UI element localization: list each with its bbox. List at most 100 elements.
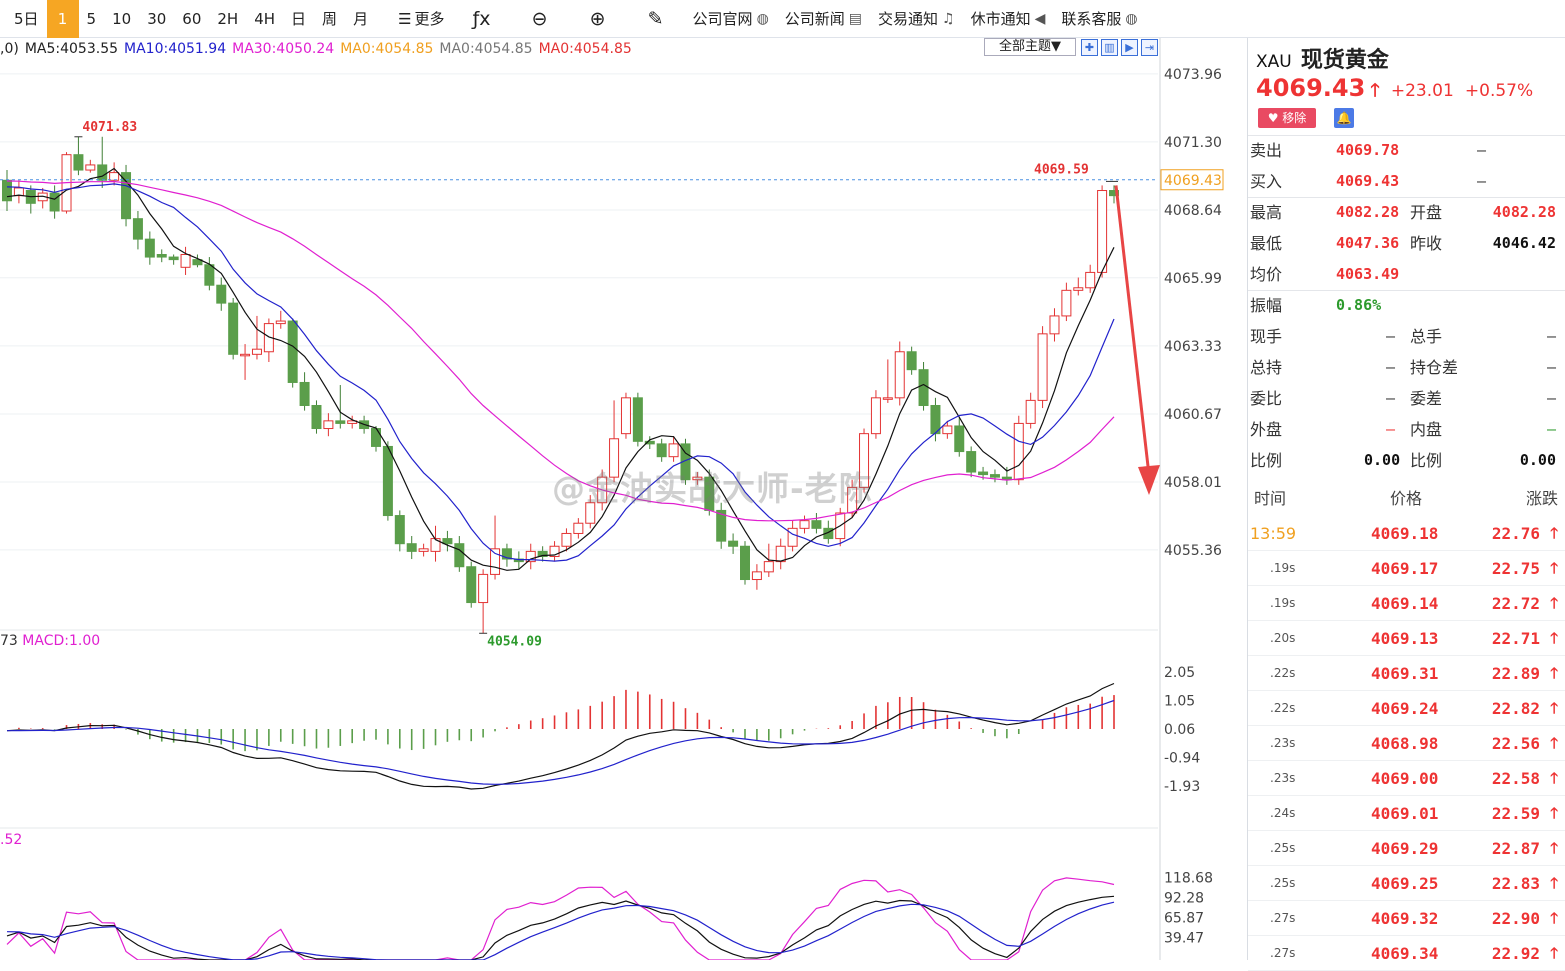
expand-icon[interactable]: ⇥ [1141,39,1158,56]
tick-row: .27s 4069.34 22.92 🡑 [1248,936,1565,971]
price-change-pct: +0.57% [1464,81,1534,101]
period-4[interactable]: 30 [139,0,174,38]
tick-row: .20s 4069.13 22.71 🡑 [1248,621,1565,656]
quote-value: 4082.28 [1336,203,1400,221]
quote-value-2: — [1546,358,1556,376]
macd-tick-label: 2.05 [1164,665,1195,681]
tick-row: .22s 4069.24 22.82 🡑 [1248,691,1565,726]
quote-row: 买入 4069.43 — [1248,166,1565,197]
period-3[interactable]: 10 [104,0,139,38]
period-10[interactable]: 月 [345,0,376,38]
kdj-tick-label: 65.87 [1164,911,1204,927]
kdj-tick-label: 92.28 [1164,890,1204,906]
period-9[interactable]: 周 [314,0,345,38]
link-2[interactable]: 交易通知 ♫ [870,0,963,38]
layout-grid-icon[interactable]: ✚ [1081,39,1098,56]
ma-legend-item: MA0:4054.85 [538,41,632,57]
period-6[interactable]: 2H [209,0,246,38]
ma5-line [6,167,1115,571]
tick-time: .19s [1270,561,1296,575]
period-0[interactable]: 5日 [0,0,47,38]
candle-body [632,397,643,442]
quote-value-2: 0.00 [1519,451,1556,469]
candles [2,136,1119,634]
link-1[interactable]: 公司新闻 ▤ [777,0,870,38]
candle-body [466,566,477,604]
macd-tick-label: -1.93 [1164,779,1200,795]
candle-body [168,256,179,261]
layout-split-icon[interactable]: ▥ [1101,39,1118,56]
theme-selector[interactable]: 全部主题▼ [984,38,1076,56]
tick-header-price: 价格 [1390,489,1423,508]
tick-change: 22.92 [1491,944,1540,963]
fx-icon[interactable]: ƒx [453,0,511,38]
link-0[interactable]: 公司官网 ◍ [685,0,777,38]
candle-body [97,164,108,181]
quote-value-2: — [1476,172,1486,190]
tick-row: .19s 4069.17 22.75 🡑 [1248,551,1565,586]
more-button[interactable]: ☰ 更多 [390,0,452,38]
kdj-tick-label: 118.68 [1164,870,1213,886]
zoom-out-icon[interactable]: ⊖ [511,0,569,38]
kdj-j-line [6,877,1115,960]
quote-value: — [1386,389,1396,407]
quote-value: 4063.49 [1336,265,1400,283]
quote-value-2: 4082.28 [1492,203,1556,221]
tick-time: .22s [1270,666,1296,680]
candle-body [966,451,977,473]
quote-label: 卖出 [1250,141,1283,160]
zoom-in-icon[interactable]: ⊕ [569,0,627,38]
y-tick-label: 4071.30 [1164,135,1222,151]
quote-label: 现手 [1250,327,1283,346]
quote-row: 外盘 — 内盘 — [1248,414,1565,445]
quote-row: 委比 — 委差 — [1248,383,1565,414]
quote-label-2: 内盘 [1410,420,1443,439]
tick-time: .27s [1270,911,1296,925]
tick-change: 22.82 [1491,699,1540,718]
candle-body [882,397,893,400]
ma-legend-item: MA0:4054.85 [340,41,434,57]
quote-label: 均价 [1250,265,1283,284]
up-arrow-icon: 🡑 [1550,594,1558,612]
y-tick-label: 4063.33 [1164,339,1222,355]
candle-body [454,543,465,568]
candle-body [775,545,786,563]
globe-icon: ◍ [756,10,769,27]
macd-tick-label: -0.94 [1164,751,1200,767]
period-7[interactable]: 4H [246,0,283,38]
candle-body [989,474,1000,478]
play-icon[interactable]: ▶ [1121,39,1138,56]
period-8[interactable]: 日 [283,0,314,38]
period-2[interactable]: 5 [79,0,105,38]
remove-favorite-button[interactable]: ♥ 移除 [1258,108,1316,128]
period-toolbar: 5日 1 5 10 30 60 2H 4H 日周月 ☰ 更多 ƒx ⊖ ⊕ ✎ 公司官网 ◍ 公司新闻 ▤ 交易通知 ♫… [0,0,1565,38]
y-tick-label: 4055.36 [1164,543,1222,559]
candle-body [144,238,155,258]
candle-body [906,351,917,371]
tick-change: 22.90 [1491,909,1540,928]
tick-header-change: 涨跌 [1525,489,1558,508]
tick-price: 4068.98 [1371,734,1439,753]
quote-value: 4047.36 [1336,234,1400,252]
quote-value: 4069.78 [1336,141,1400,159]
link-4[interactable]: 联系客服 ◍ [1053,0,1145,38]
draw-pen-icon[interactable]: ✎ [627,0,685,38]
candle-body [478,573,489,604]
tick-price: 4069.18 [1371,524,1439,543]
quote-value: — [1386,327,1396,345]
ma-legend-item: MA5:4053.55 [24,41,119,57]
speaker-icon: ◀ [1034,10,1046,27]
tick-change: 22.72 [1491,594,1540,613]
last-price: 4069.43 [1256,74,1366,102]
candle-body [287,320,298,383]
quote-row: 振幅 0.86% [1248,290,1565,321]
kdj-k-line [6,895,1115,960]
macd-legend: 73 MACD:1.00 [0,633,101,649]
period-5[interactable]: 60 [174,0,209,38]
link-3[interactable]: 休市通知 ◀ [963,0,1054,38]
quote-row: 卖出 4069.78 — [1248,135,1565,166]
y-tick-label: 4073.96 [1164,67,1222,83]
symbol-code: XAU [1256,52,1292,72]
period-1[interactable]: 1 [46,0,79,38]
alert-bell-icon[interactable]: 🔔 [1334,108,1354,128]
